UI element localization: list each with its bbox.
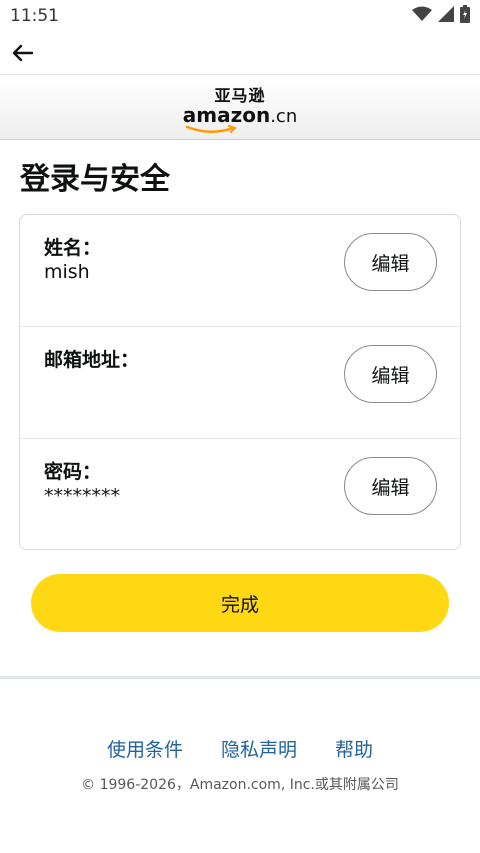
password-row: 密码： ******** 编辑 xyxy=(20,439,460,549)
logo-cn-text: 亚马逊 xyxy=(214,86,266,105)
footer-link-terms[interactable]: 使用条件 xyxy=(107,735,183,762)
footer-links: 使用条件 隐私声明 帮助 xyxy=(0,735,480,762)
edit-password-button[interactable]: 编辑 xyxy=(344,457,437,515)
status-time: 11:51 xyxy=(10,6,59,26)
page-title: 登录与安全 xyxy=(20,162,170,197)
signal-icon xyxy=(438,5,454,27)
logo-suffix: .cn xyxy=(270,106,298,127)
email-label: 邮箱地址： xyxy=(44,349,140,371)
wifi-icon xyxy=(412,6,432,27)
footer-divider xyxy=(0,676,480,679)
name-label: 姓名： xyxy=(44,237,102,259)
back-button[interactable] xyxy=(8,39,36,67)
app-bar xyxy=(0,32,480,74)
logo-header: 亚马逊 amazon.cn xyxy=(0,74,480,140)
email-row: 邮箱地址： 编辑 xyxy=(20,327,460,439)
footer-link-privacy[interactable]: 隐私声明 xyxy=(221,735,297,762)
password-value: ******** xyxy=(44,485,120,507)
amazon-smile-icon xyxy=(185,125,237,133)
logo-en-text: amazon.cn xyxy=(182,103,298,133)
logo-en-word: amazon xyxy=(182,103,271,127)
name-value: mish xyxy=(44,261,90,283)
done-button[interactable]: 完成 xyxy=(31,574,449,632)
status-icons xyxy=(412,4,470,28)
name-row: 姓名： mish 编辑 xyxy=(20,215,460,327)
account-info-card: 姓名： mish 编辑 邮箱地址： 编辑 密码： ******** 编辑 xyxy=(19,214,461,550)
copyright-text: © 1996-2026，Amazon.com, Inc.或其附属公司 xyxy=(81,777,399,793)
password-label: 密码： xyxy=(44,461,102,483)
edit-name-button[interactable]: 编辑 xyxy=(344,233,437,291)
battery-icon xyxy=(460,4,470,28)
edit-email-button[interactable]: 编辑 xyxy=(344,345,437,403)
status-bar: 11:51 xyxy=(0,0,480,32)
amazon-cn-logo: 亚马逊 amazon.cn xyxy=(182,86,298,133)
arrow-left-icon xyxy=(12,44,33,62)
footer-link-help[interactable]: 帮助 xyxy=(335,735,373,762)
